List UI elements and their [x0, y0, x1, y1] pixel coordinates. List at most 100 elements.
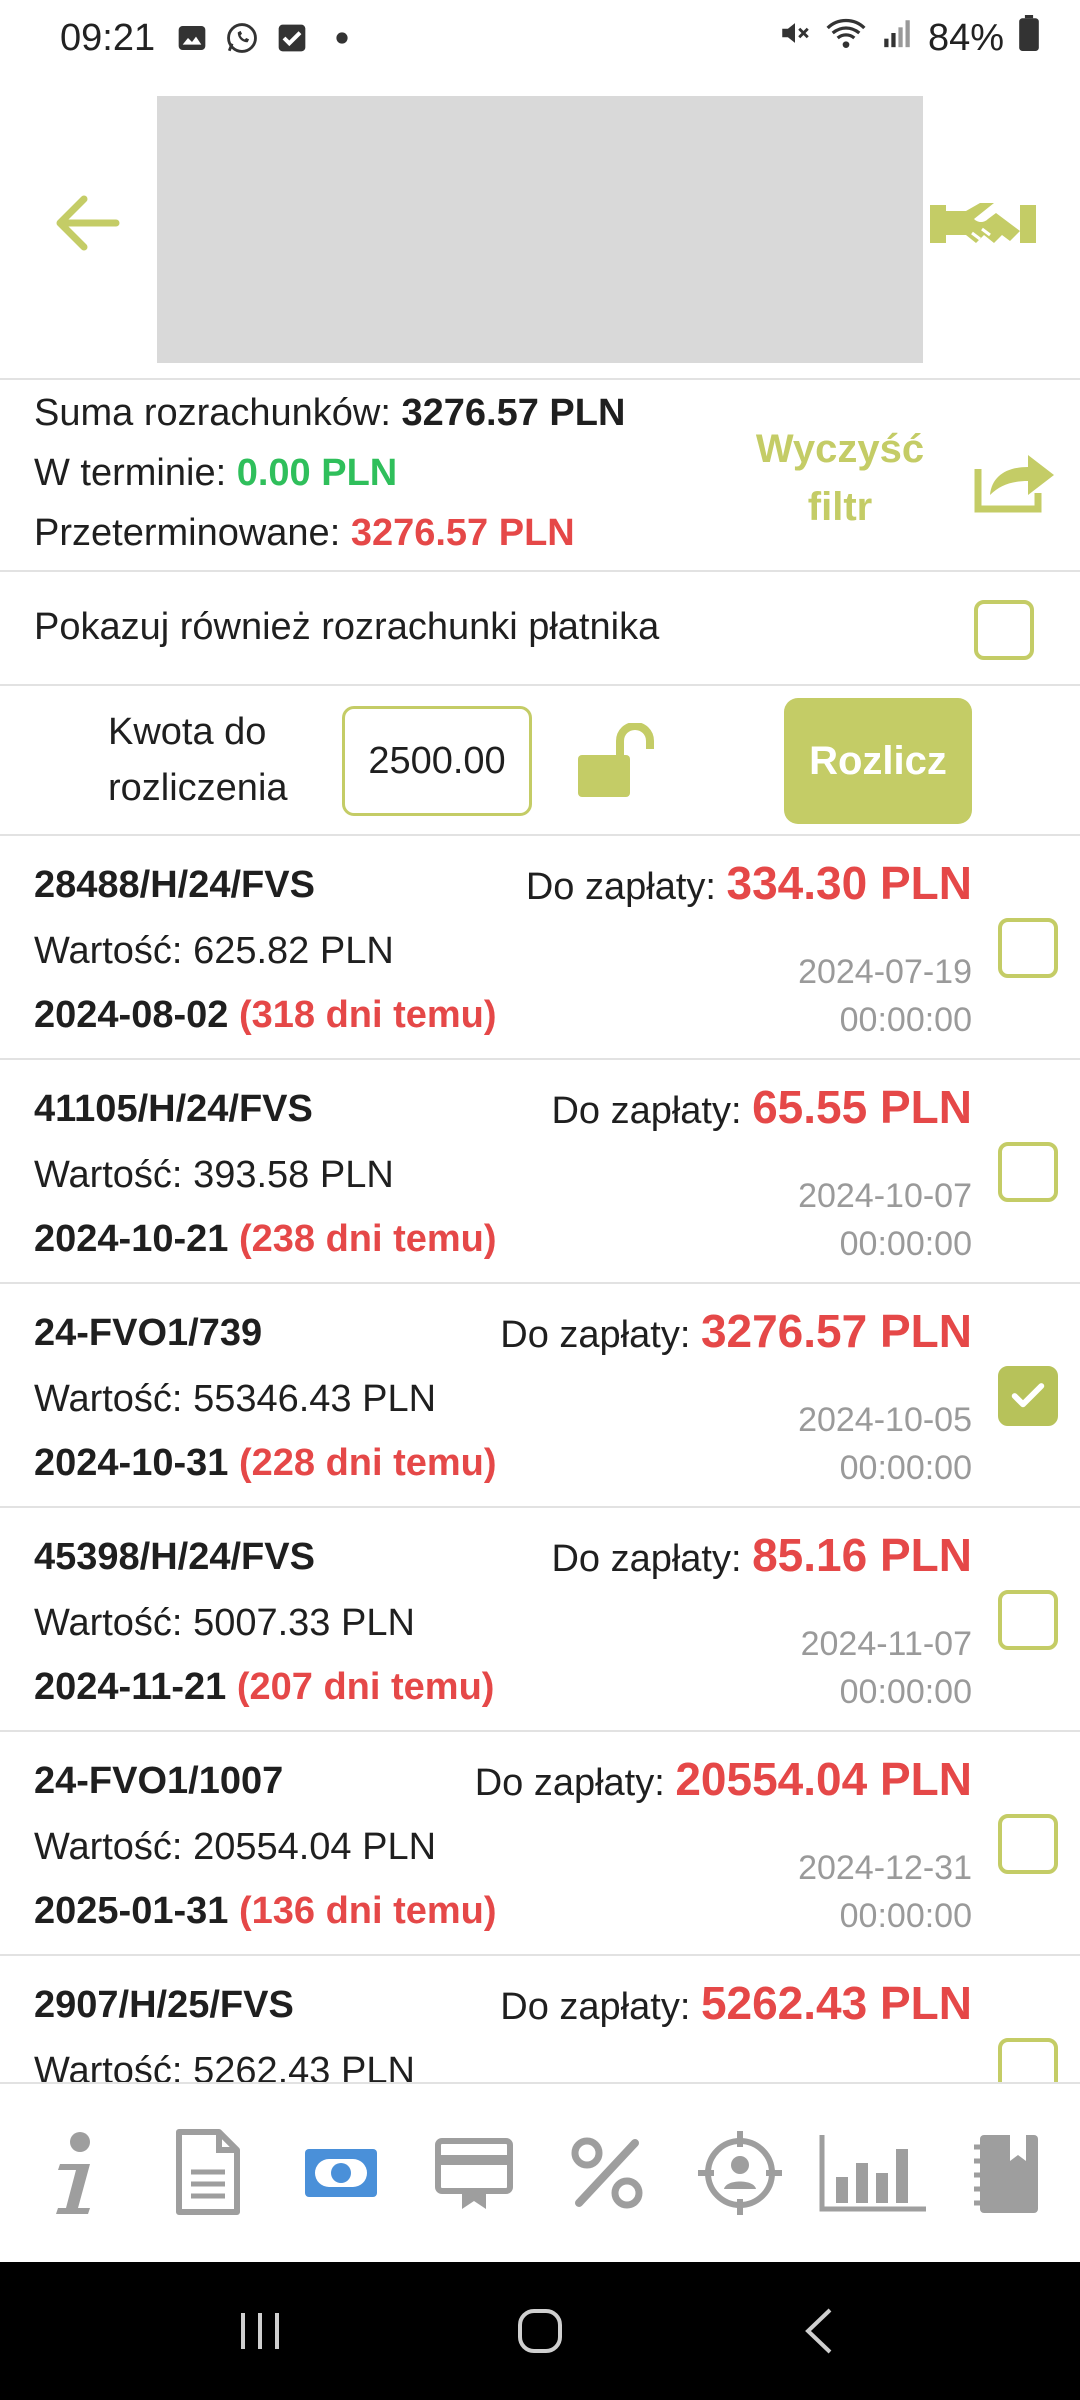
invoice-row[interactable]: 41105/H/24/FVS Do zapłaty: 65.55 PLN War… — [0, 1060, 1080, 1284]
due-date: 2024-10-21 — [34, 1218, 229, 1260]
nav-info[interactable] — [20, 2118, 130, 2228]
due-date: 2024-10-31 — [34, 1442, 229, 1484]
invoice-checkbox[interactable] — [998, 918, 1058, 978]
share-button[interactable] — [970, 440, 1060, 520]
notebook-icon — [973, 2135, 1038, 2213]
nav-documents[interactable] — [153, 2118, 263, 2228]
settlement-label-line2: rozliczenia — [108, 767, 288, 809]
check-icon — [273, 19, 311, 57]
invoice-row[interactable]: 24-FVO1/739 Do zapłaty: 3276.57 PLN Wart… — [0, 1284, 1080, 1508]
value-prefix: Wartość: — [34, 1602, 183, 1644]
settlement-amount-input[interactable] — [342, 706, 532, 816]
invoice-due: Do zapłaty: 20554.04 PLN — [475, 1752, 972, 1806]
clear-filter-button[interactable]: Wyczyść filtr — [740, 420, 940, 536]
value-amount: 5007.33 PLN — [193, 1602, 415, 1644]
invoice-checkbox[interactable] — [998, 1814, 1058, 1874]
invoice-due-date: 2024-11-21 (207 dni temu) — [34, 1666, 494, 1709]
money-icon — [304, 2149, 377, 2197]
app-header — [0, 76, 1080, 380]
payer-toggle-checkbox[interactable] — [974, 600, 1034, 660]
handshake-icon — [929, 203, 1036, 245]
signal-icon — [880, 16, 914, 60]
invoice-row[interactable]: 2907/H/25/FVS Do zapłaty: 5262.43 PLN Wa… — [0, 1956, 1080, 2082]
invoice-value: Wartość: 20554.04 PLN — [34, 1826, 436, 1869]
back-button[interactable] — [50, 186, 124, 260]
invoice-due-date: 2024-08-02 (318 dni temu) — [34, 994, 497, 1037]
invoice-due: Do zapłaty: 65.55 PLN — [551, 1080, 972, 1134]
value-prefix: Wartość: — [34, 2050, 183, 2082]
invoice-row[interactable]: 45398/H/24/FVS Do zapłaty: 85.16 PLN War… — [0, 1508, 1080, 1732]
nav-settlements[interactable] — [286, 2118, 396, 2228]
days-overdue: (207 dni temu) — [236, 1666, 495, 1708]
value-amount: 393.58 PLN — [193, 1154, 394, 1196]
days-overdue: (228 dni temu) — [238, 1442, 497, 1484]
nav-contact[interactable] — [685, 2118, 795, 2228]
days-overdue: (318 dni temu) — [238, 994, 497, 1036]
nav-notes[interactable] — [951, 2118, 1061, 2228]
battery-percent: 84% — [927, 16, 1004, 59]
lock-button[interactable] — [572, 716, 662, 806]
invoice-checkbox[interactable] — [998, 1590, 1058, 1650]
invoice-issue-date: 2024-10-05 00:00:00 — [772, 1396, 972, 1492]
handshake-button[interactable] — [925, 186, 1040, 266]
bar-chart-icon — [819, 2135, 926, 2212]
invoice-number: 28488/H/24/FVS — [34, 864, 315, 906]
invoice-number: 45398/H/24/FVS — [34, 1536, 315, 1578]
settle-button[interactable]: Rozlicz — [784, 698, 972, 824]
invoice-row[interactable]: 24-FVO1/1007 Do zapłaty: 20554.04 PLN Wa… — [0, 1732, 1080, 1956]
invoice-row[interactable]: 28488/H/24/FVS Do zapłaty: 334.30 PLN Wa… — [0, 836, 1080, 1060]
nav-card[interactable] — [419, 2118, 529, 2228]
due-prefix: Do zapłaty: — [551, 1538, 742, 1580]
settlement-label-line1: Kwota do — [108, 711, 267, 753]
invoice-list[interactable]: 28488/H/24/FVS Do zapłaty: 334.30 PLN Wa… — [0, 836, 1080, 2082]
document-icon — [175, 2129, 240, 2215]
summary-ontime-value: 0.00 PLN — [236, 452, 398, 494]
invoice-checkbox[interactable] — [998, 1366, 1058, 1426]
summary-panel: Suma rozrachunków: 3276.57 PLN W termini… — [0, 380, 1080, 572]
due-prefix: Do zapłaty: — [525, 866, 716, 908]
issue-time: 00:00:00 — [839, 1897, 972, 1935]
invoice-due-date: 2024-10-31 (228 dni temu) — [34, 1442, 497, 1485]
summary-overdue: Przeterminowane: 3276.57 PLN — [34, 512, 575, 555]
payer-toggle-label: Pokazuj również rozrachunki płatnika — [34, 606, 660, 648]
invoice-due-date: 2024-10-21 (238 dni temu) — [34, 1218, 497, 1261]
invoice-due: Do zapłaty: 5262.43 PLN — [500, 1976, 972, 2030]
value-amount: 625.82 PLN — [193, 930, 394, 972]
whatsapp-icon — [223, 19, 261, 57]
due-amount: 334.30 PLN — [726, 857, 972, 909]
due-amount: 3276.57 PLN — [700, 1305, 972, 1357]
invoice-checkbox[interactable] — [998, 2038, 1058, 2082]
value-prefix: Wartość: — [34, 930, 183, 972]
status-bar: 09:21 84% — [0, 0, 1080, 76]
issue-date: 2024-07-19 — [798, 953, 972, 991]
recent-apps-button[interactable] — [220, 2291, 300, 2371]
gallery-icon — [173, 19, 211, 57]
summary-total-label: Suma rozrachunków: — [34, 392, 391, 434]
due-amount: 5262.43 PLN — [700, 1977, 972, 2029]
unlock-icon — [578, 723, 654, 797]
home-button[interactable] — [500, 2291, 580, 2371]
wifi-icon — [826, 16, 866, 60]
issue-time: 00:00:00 — [839, 1001, 972, 1039]
invoice-issue-date: 2024-10-07 00:00:00 — [772, 1172, 972, 1268]
days-overdue: (238 dni temu) — [238, 1218, 497, 1260]
recent-apps-icon — [241, 2313, 279, 2349]
invoice-number: 2907/H/25/FVS — [34, 1984, 294, 2026]
invoice-checkbox[interactable] — [998, 1142, 1058, 1202]
nav-discounts[interactable] — [552, 2118, 662, 2228]
invoice-value: Wartość: 5262.43 PLN — [34, 2050, 415, 2082]
status-right: 84% — [778, 15, 1040, 61]
summary-ontime: W terminie: 0.00 PLN — [34, 452, 397, 495]
issue-date: 2024-11-07 — [800, 1625, 972, 1663]
value-amount: 20554.04 PLN — [193, 1826, 437, 1868]
value-amount: 5262.43 PLN — [193, 2050, 415, 2082]
summary-ontime-label: W terminie: — [34, 452, 227, 494]
summary-total-value: 3276.57 PLN — [401, 392, 626, 434]
issue-time: 00:00:00 — [839, 1449, 972, 1487]
battery-icon — [1018, 15, 1040, 61]
value-amount: 55346.43 PLN — [193, 1378, 437, 1420]
nav-statistics[interactable] — [818, 2118, 928, 2228]
system-back-button[interactable] — [780, 2291, 860, 2371]
payer-toggle-row: Pokazuj również rozrachunki płatnika — [0, 572, 1080, 686]
company-logo-redacted — [157, 96, 923, 363]
